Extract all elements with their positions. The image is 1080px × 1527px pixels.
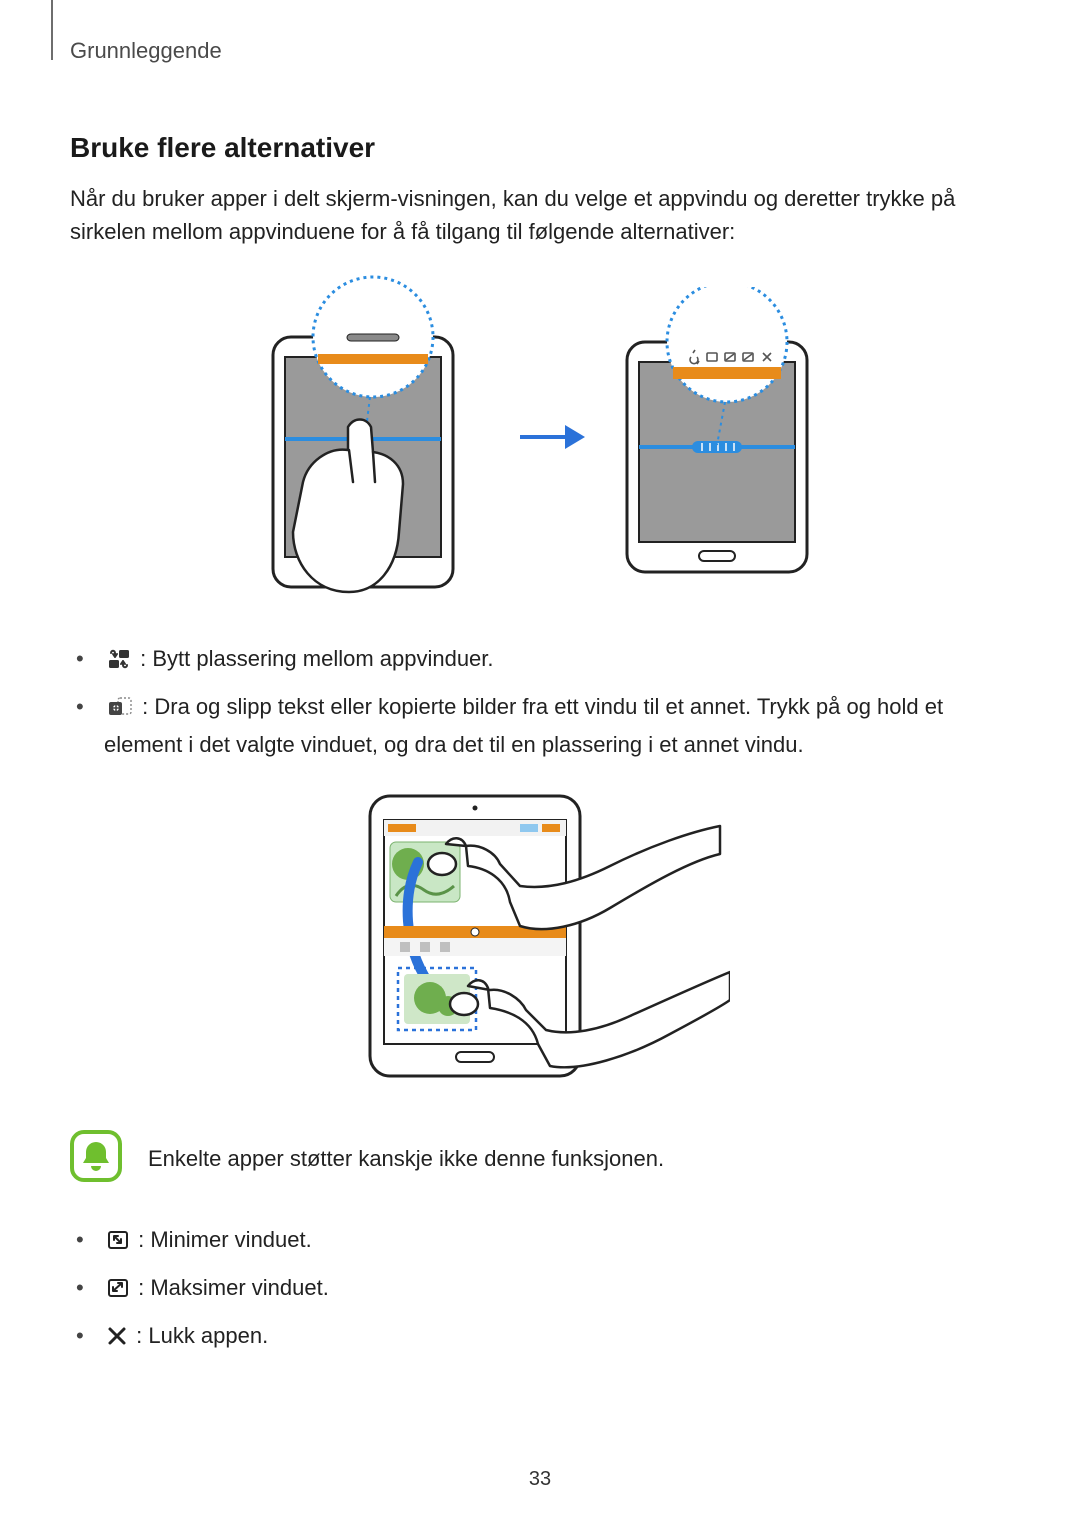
bullet-minimize-text: : Minimer vinduet. [138,1227,312,1252]
note-callout: Enkelte apper støtter kanskje ikke denne… [70,1130,1010,1187]
bullet-swap: : Bytt plassering mellom appvinduer. [104,642,1010,680]
close-app-icon [106,1323,128,1357]
bullet-drag: : Dra og slipp tekst eller kopierte bild… [104,690,1010,762]
bullet-list-bottom: : Minimer vinduet. : Maksimer vinduet. :… [70,1223,1010,1357]
bullet-drag-text: : Dra og slipp tekst eller kopierte bild… [104,694,943,757]
note-text: Enkelte apper støtter kanskje ikke denne… [148,1146,664,1172]
bullet-maximize: : Maksimer vinduet. [104,1271,1010,1309]
bullet-swap-text: : Bytt plassering mellom appvinduer. [140,646,493,671]
note-bell-icon [70,1130,122,1187]
bullet-maximize-text: : Maksimer vinduet. [138,1275,329,1300]
bullet-list-top: : Bytt plassering mellom appvinduer. : D… [70,642,1010,762]
bullet-close-text: : Lukk appen. [136,1323,268,1348]
figure-split-screen-options [70,272,1010,602]
page-number: 33 [0,1468,1080,1491]
swap-windows-icon [106,646,132,680]
figure-drag-between-windows [70,786,1010,1086]
intro-paragraph: Når du bruker apper i delt skjerm-visnin… [70,182,1010,248]
bullet-close: : Lukk appen. [104,1319,1010,1357]
minimize-window-icon [106,1227,130,1261]
maximize-window-icon [106,1275,130,1309]
arrow-right-icon [515,417,585,457]
illustration-tablet-left [253,272,493,602]
page-tab-marker [51,0,53,60]
illustration-tablet-right [607,287,827,587]
drag-content-icon [106,694,134,728]
bullet-minimize: : Minimer vinduet. [104,1223,1010,1261]
running-header: Grunnleggende [70,38,1010,64]
section-title: Bruke flere alternativer [70,132,1010,164]
page: Grunnleggende Bruke flere alternativer N… [0,0,1080,1527]
